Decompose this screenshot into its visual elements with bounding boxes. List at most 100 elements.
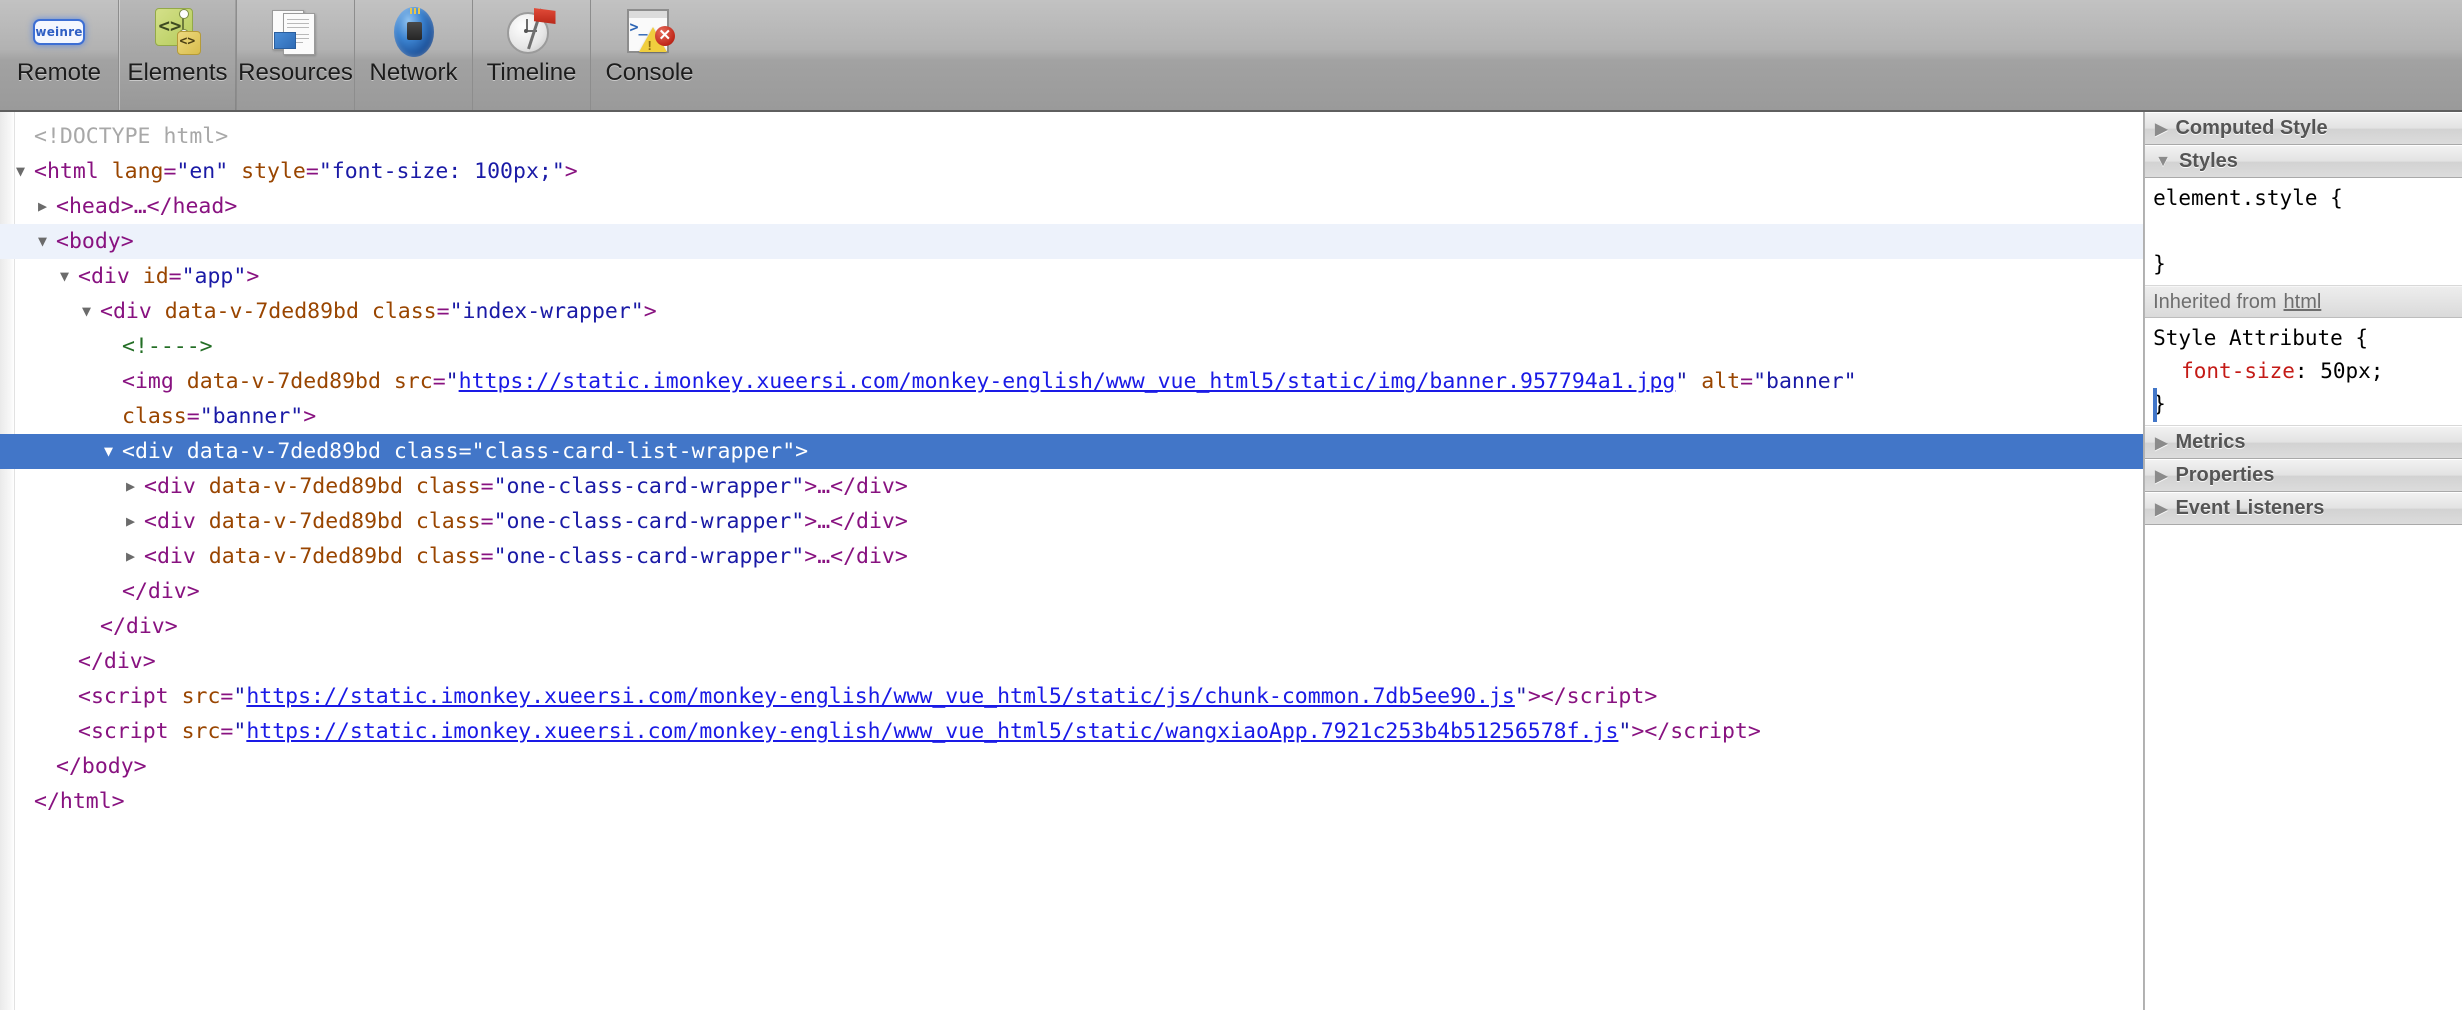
disclosure-triangle-closed-icon[interactable]: ▶: [126, 469, 144, 504]
punctuation-token: </: [56, 754, 82, 779]
punctuation-token: </: [1540, 684, 1567, 709]
section-title: Styles: [2178, 150, 2238, 172]
css-property-separator: :: [2294, 359, 2321, 383]
url-link-token[interactable]: https://static.imonkey.xueersi.com/monke…: [459, 369, 1676, 394]
section-properties[interactable]: ▶ Properties: [2145, 459, 2462, 492]
dom-tree-row[interactable]: ▶ <div data-v-7ded89bd class="one-class-c…: [0, 504, 2143, 539]
disclosure-triangle-open-icon[interactable]: ▼: [38, 224, 56, 259]
section-event-listeners[interactable]: ▶ Event Listeners: [2145, 492, 2462, 525]
section-styles[interactable]: ▼ Styles: [2145, 145, 2462, 178]
toolbar-tab-console[interactable]: >_ ! ✕ Console: [590, 0, 708, 110]
punctuation-token: =: [458, 439, 472, 464]
punctuation-token: >: [142, 649, 156, 674]
dom-tree-row[interactable]: </div>: [0, 574, 2143, 609]
dom-tree-row[interactable]: ▶ <head>…</head>: [0, 189, 2143, 224]
toolbar-tab-timeline[interactable]: Timeline: [472, 0, 590, 110]
disclosure-triangle-closed-icon[interactable]: ▶: [126, 539, 144, 574]
attribute-name-token: src: [181, 684, 221, 709]
dom-tree-row[interactable]: ▶ <div data-v-7ded89bd class="one-class-c…: [0, 539, 2143, 574]
inherited-from-header: Inherited from html: [2145, 286, 2462, 318]
dom-tree-row[interactable]: class="banner">: [0, 399, 2143, 434]
rule-selector: Style Attribute {: [2153, 326, 2369, 350]
dom-tree-row[interactable]: </div>: [0, 644, 2143, 679]
inherited-source-link[interactable]: html: [2284, 291, 2322, 314]
section-computed-style[interactable]: ▶ Computed Style: [2145, 112, 2462, 145]
punctuation-token: </: [1644, 719, 1671, 744]
punctuation-token: <: [122, 439, 135, 464]
tag-name-token: div: [156, 544, 196, 569]
dom-tree-row[interactable]: <!DOCTYPE html>: [0, 119, 2143, 154]
punctuation-token: <: [34, 159, 47, 184]
tag-name-token: div: [90, 264, 130, 289]
tag-name-token: script: [1670, 719, 1748, 744]
disclosure-triangle-open-icon[interactable]: ▼: [16, 154, 34, 189]
toolbar-tab-resources[interactable]: Resources: [236, 0, 354, 110]
styles-sidebar: ▶ Computed Style ▼ Styles element.style …: [2144, 112, 2462, 1010]
tag-name-token: body: [81, 754, 134, 779]
rule-body-empty[interactable]: [2153, 215, 2462, 248]
main-toolbar: weinre Remote <> <> Elements Resources N…: [0, 0, 2462, 112]
toolbar-tab-network[interactable]: Network: [354, 0, 472, 110]
css-property-value[interactable]: 50px;: [2320, 359, 2383, 383]
tag-name-token: html: [59, 789, 112, 814]
punctuation-token: >: [246, 264, 260, 289]
ellipsis-token: …: [817, 544, 831, 569]
section-metrics[interactable]: ▶ Metrics: [2145, 426, 2462, 459]
punctuation-token: =: [432, 369, 446, 394]
toolbar-tab-elements[interactable]: <> <> Elements: [118, 0, 236, 110]
dom-tree-row[interactable]: ▼ <div data-v-7ded89bd class="index-wrapp…: [0, 294, 2143, 329]
tag-name-token: div: [103, 649, 143, 674]
punctuation-token: >: [795, 439, 809, 464]
toolbar-tab-label: Timeline: [486, 59, 577, 86]
punctuation-token: </: [830, 509, 857, 534]
attribute-name-token: data-v-7ded89bd: [186, 439, 381, 464]
dom-tree-row[interactable]: ▼ <body>: [0, 224, 2144, 259]
dom-tree-row[interactable]: <img data-v-7ded89bd src="https://static…: [0, 364, 2143, 399]
toolbar-tab-label: Console: [605, 59, 694, 86]
punctuation-token: >: [804, 474, 818, 499]
dom-tree-row[interactable]: <!---->: [0, 329, 2143, 364]
dom-tree-row[interactable]: ▶ <div data-v-7ded89bd class="one-class-c…: [0, 469, 2143, 504]
disclosure-triangle-open-icon[interactable]: ▼: [104, 434, 122, 469]
disclosure-triangle-open-icon[interactable]: ▼: [82, 294, 100, 329]
disclosure-triangle-closed-icon[interactable]: ▶: [126, 504, 144, 539]
style-attribute-rule[interactable]: Style Attribute { font-size: 50px; }: [2145, 318, 2462, 426]
url-link-token[interactable]: https://static.imonkey.xueersi.com/monke…: [246, 719, 1618, 744]
element-style-rule[interactable]: element.style { }: [2145, 178, 2462, 286]
css-declaration[interactable]: font-size: 50px;: [2153, 355, 2462, 388]
section-title: Metrics: [2175, 431, 2246, 453]
tag-name-token: div: [156, 474, 196, 499]
dom-tree-row[interactable]: ▼ <div data-v-7ded89bd class="class-card-…: [0, 434, 2144, 469]
tag-name-token: script: [90, 719, 169, 744]
dom-tree[interactable]: <!DOCTYPE html> ▼ <html lang="en" style="f…: [0, 112, 2144, 819]
toolbar-tab-label: Resources: [238, 59, 353, 86]
tag-name-token: div: [856, 544, 895, 569]
dom-tree-row[interactable]: <script src="https://static.imonkey.xuee…: [0, 679, 2143, 714]
dom-tree-row[interactable]: </div>: [0, 609, 2143, 644]
disclosure-triangle-open-icon[interactable]: ▼: [60, 259, 78, 294]
punctuation-token: <: [78, 719, 91, 744]
url-link-token[interactable]: https://static.imonkey.xueersi.com/monke…: [246, 684, 1515, 709]
dom-tree-row[interactable]: ▼ <html lang="en" style="font-size: 100px…: [0, 154, 2143, 189]
toolbar-tab-remote[interactable]: weinre Remote: [0, 0, 118, 110]
dom-tree-row[interactable]: </body>: [0, 749, 2143, 784]
network-icon: [388, 6, 440, 58]
dom-tree-row[interactable]: <script src="https://static.imonkey.xuee…: [0, 714, 2143, 749]
dom-tree-row[interactable]: </html>: [0, 784, 2143, 819]
punctuation-token: >: [894, 544, 908, 569]
attribute-name-token: data-v-7ded89bd: [186, 369, 381, 394]
punctuation-token: >: [894, 474, 908, 499]
dom-tree-pane[interactable]: <!DOCTYPE html> ▼ <html lang="en" style="f…: [0, 112, 2145, 1010]
punctuation-token: =: [480, 544, 494, 569]
selected-rule-marker: [2153, 388, 2158, 422]
dom-tree-row[interactable]: ▼ <div id="app">: [0, 259, 2143, 294]
css-property-name: font-size: [2181, 359, 2295, 383]
tag-name-token: div: [856, 474, 895, 499]
disclosure-triangle-closed-icon[interactable]: ▶: [38, 189, 56, 224]
